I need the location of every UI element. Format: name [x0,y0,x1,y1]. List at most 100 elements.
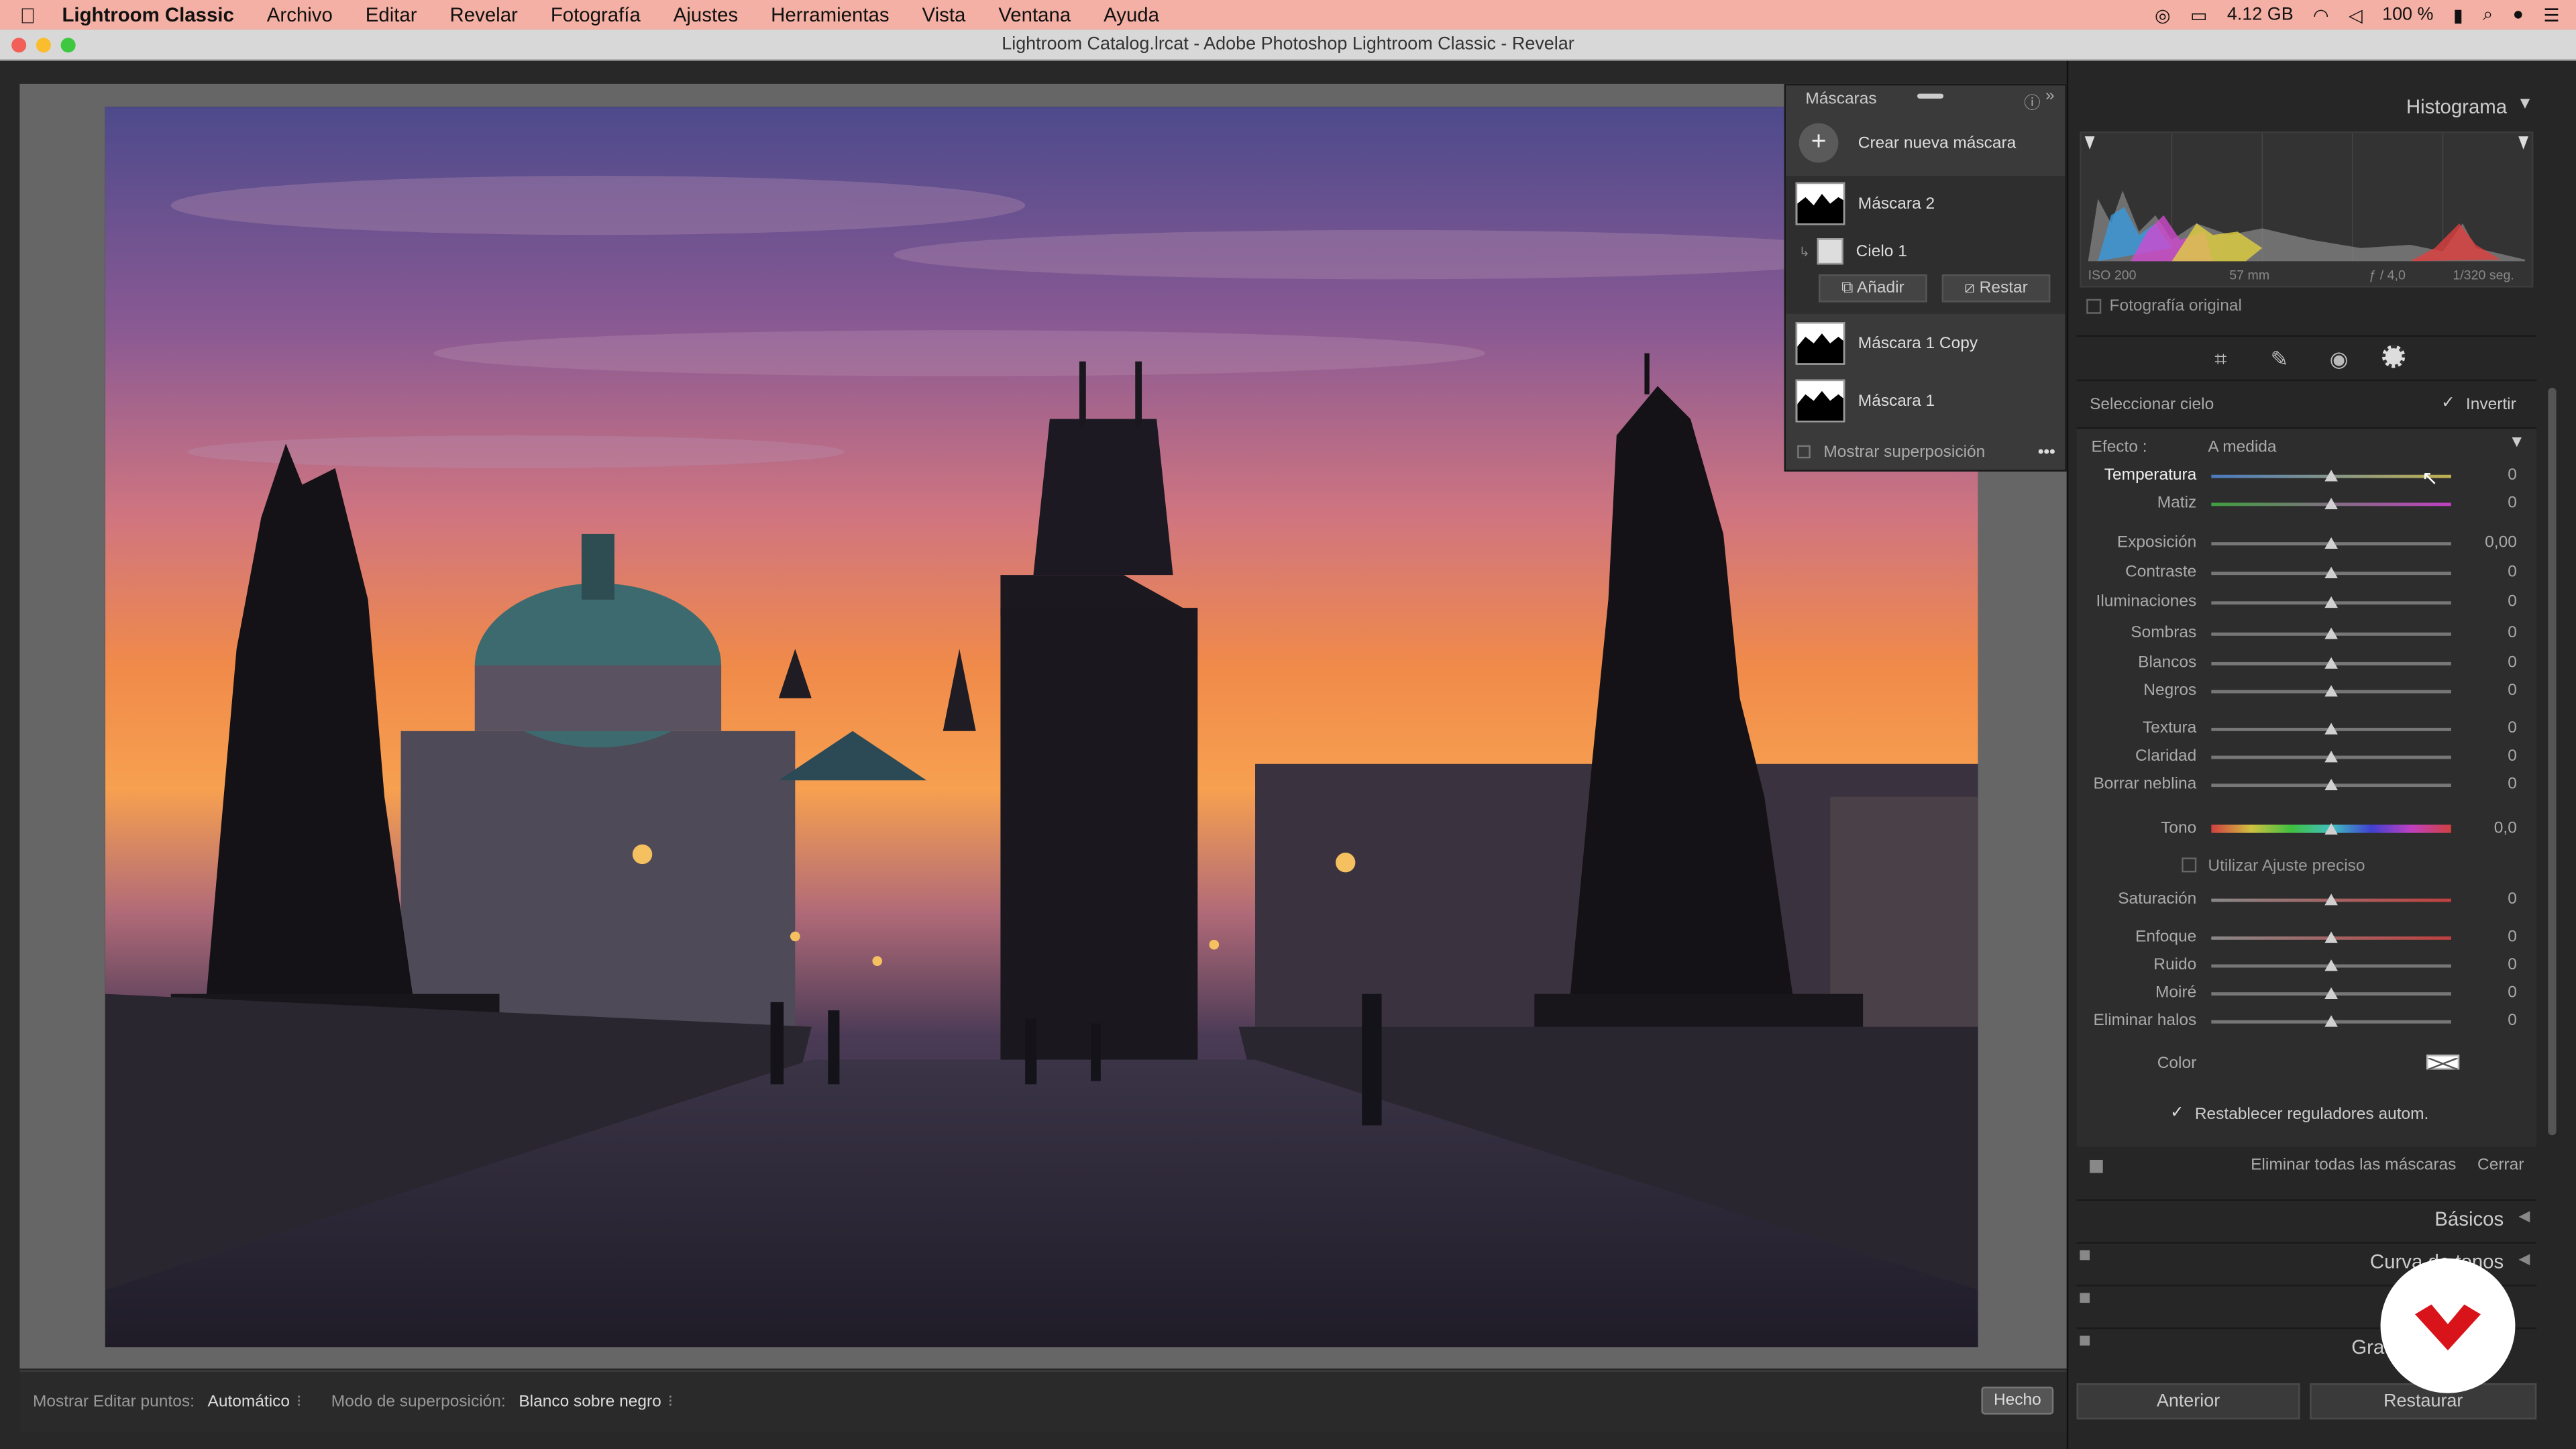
triangle-left-icon[interactable]: ◀ [2518,1250,2530,1269]
slider-value[interactable]: 0 [2451,625,2517,643]
slider-thumb[interactable] [2324,822,2338,835]
slider-thumb[interactable] [2324,1015,2338,1027]
sky-mask-icon [1816,238,1843,265]
effect-select[interactable]: A medida [2208,439,2276,457]
wifi-icon[interactable]: ◠ [2313,4,2329,25]
slider-value[interactable]: 0 [2451,1012,2517,1030]
slider-value[interactable]: 0 [2451,984,2517,1002]
panel-toggle-icon[interactable] [2090,1159,2103,1173]
overlay-mode-select[interactable]: Blanco sobre negro [519,1393,661,1411]
collapse-icon[interactable]: » [2045,87,2055,105]
original-photo-checkbox[interactable] [2086,299,2102,314]
slider-thumb[interactable] [2324,894,2338,906]
slider-value[interactable]: 0 [2451,564,2517,582]
slider-thumb[interactable] [2324,751,2338,763]
triangle-left-icon[interactable]: ◀ [2518,1208,2530,1226]
menu-revelar[interactable]: Revelar [450,3,518,26]
slider-value[interactable]: 0 [2451,928,2517,947]
slider-thumb[interactable] [2324,722,2338,735]
slider-value[interactable]: 0 [2451,890,2517,908]
mask-item-1-copy[interactable]: Máscara 1 Copy [1786,319,2065,368]
show-edit-points-select[interactable]: Automático [207,1393,290,1411]
slider-thumb[interactable] [2324,657,2338,669]
menu-archivo[interactable]: Archivo [267,3,333,26]
histogram-title[interactable]: Histograma [2300,95,2507,118]
slider-value[interactable]: 0 [2451,720,2517,738]
slider-thumb[interactable] [2324,627,2338,639]
color-swatch[interactable] [2426,1055,2460,1071]
slider-thumb[interactable] [2324,498,2338,510]
more-options-icon[interactable]: ••• [2038,443,2055,461]
battery-icon[interactable]: ▮ [2453,4,2463,25]
slider-value[interactable]: 0,0 [2451,820,2517,838]
slider-value[interactable]: 0 [2451,654,2517,672]
slider-value[interactable]: 0 [2451,467,2517,485]
create-mask-row[interactable]: + Crear nueva máscara [1786,121,2065,164]
slider-thumb[interactable] [2324,778,2338,790]
section-basicos[interactable]: Básicos ◀ [2076,1199,2537,1236]
chevron-updown-icon[interactable]: ⁝ [668,1393,674,1411]
menu-ayuda[interactable]: Ayuda [1104,3,1159,26]
slider-value[interactable]: 0 [2451,775,2517,794]
help-icon[interactable]: ⓘ [2024,89,2040,113]
panel-toggle-icon[interactable] [2080,1293,2090,1303]
mask-thumbnail [1795,182,1845,225]
photo-preview[interactable] [105,107,1978,1348]
show-overlay-checkbox[interactable] [1797,445,1811,459]
slider-value[interactable]: 0 [2451,747,2517,765]
menu-editar[interactable]: Editar [366,3,417,26]
volume-icon[interactable]: ◁ [2349,4,2363,25]
panel-toggle-icon[interactable] [2080,1336,2090,1346]
menu-vista[interactable]: Vista [922,3,966,26]
subtract-button[interactable]: ⧄ Restar [1941,274,2051,303]
mask-label: Máscara 2 [1858,195,1935,213]
fine-adjust-checkbox[interactable] [2182,857,2197,873]
red-eye-icon[interactable]: ◉ [2330,347,2349,373]
panel-toggle-icon[interactable] [2080,1250,2090,1260]
menu-fotografia[interactable]: Fotografía [551,3,641,26]
healing-icon[interactable]: ✎ [2270,347,2288,373]
search-icon[interactable]: ⌕ [2483,4,2493,25]
show-overlay-row[interactable]: Mostrar superposición ••• [1786,439,2065,465]
masking-icon[interactable] [2382,345,2406,368]
histogram[interactable]: ISO 200 57 mm ƒ / 4,0 1/320 seg. [2080,131,2534,288]
slider-thumb[interactable] [2324,537,2338,549]
slider-value[interactable]: 0 [2451,682,2517,700]
delete-all-masks-button[interactable]: Eliminar todas las máscaras [2251,1157,2456,1175]
user-icon[interactable]: ● [2513,5,2524,24]
slider-value[interactable]: 0,00 [2451,534,2517,552]
slider-thumb[interactable] [2324,931,2338,943]
triangle-down-icon[interactable]: ▼ [2517,95,2533,113]
slider-thumb[interactable] [2324,470,2338,482]
crop-icon[interactable]: ⌗ [2214,347,2226,373]
slider-thumb[interactable] [2324,596,2338,608]
slider-value[interactable]: 0 [2451,494,2517,513]
chevron-updown-icon[interactable]: ⁝ [297,1393,302,1411]
mask-item-1[interactable]: Máscara 1 [1786,376,2065,425]
triangle-down-icon[interactable]: ▼ [2509,434,2525,452]
mask-item-2[interactable]: Máscara 2 [1786,179,2065,228]
slider-thumb[interactable] [2324,959,2338,971]
done-button[interactable]: Hecho [1981,1386,2054,1415]
control-center-icon[interactable]: ☰ [2543,4,2559,25]
reset-auto-checkbox[interactable]: ✓ [2170,1104,2184,1122]
add-button[interactable]: ⧉ Añadir [1819,274,1927,303]
slider-thumb[interactable] [2324,987,2338,999]
panel-scrollbar[interactable] [2548,387,2557,1136]
mask-component-sky[interactable]: ↳ Cielo 1 [1786,233,2065,270]
slider-value[interactable]: 0 [2451,956,2517,974]
menu-ajustes[interactable]: Ajustes [674,3,738,26]
menu-app-name[interactable]: Lightroom Classic [62,3,233,26]
close-button[interactable]: Cerrar [2477,1157,2524,1175]
menu-herramientas[interactable]: Herramientas [771,3,889,26]
slider-thumb[interactable] [2324,685,2338,697]
cc-icon[interactable]: ◎ [2155,4,2171,25]
slider-thumb[interactable] [2324,566,2338,579]
menu-ventana[interactable]: Ventana [998,3,1071,26]
display-icon[interactable]: ▭ [2190,4,2207,25]
previous-button[interactable]: Anterior [2076,1383,2300,1419]
drag-handle[interactable] [1917,93,1944,99]
invert-checkbox[interactable]: ✓ [2441,394,2455,413]
apple-icon[interactable]:  [19,3,36,28]
slider-value[interactable]: 0 [2451,593,2517,611]
